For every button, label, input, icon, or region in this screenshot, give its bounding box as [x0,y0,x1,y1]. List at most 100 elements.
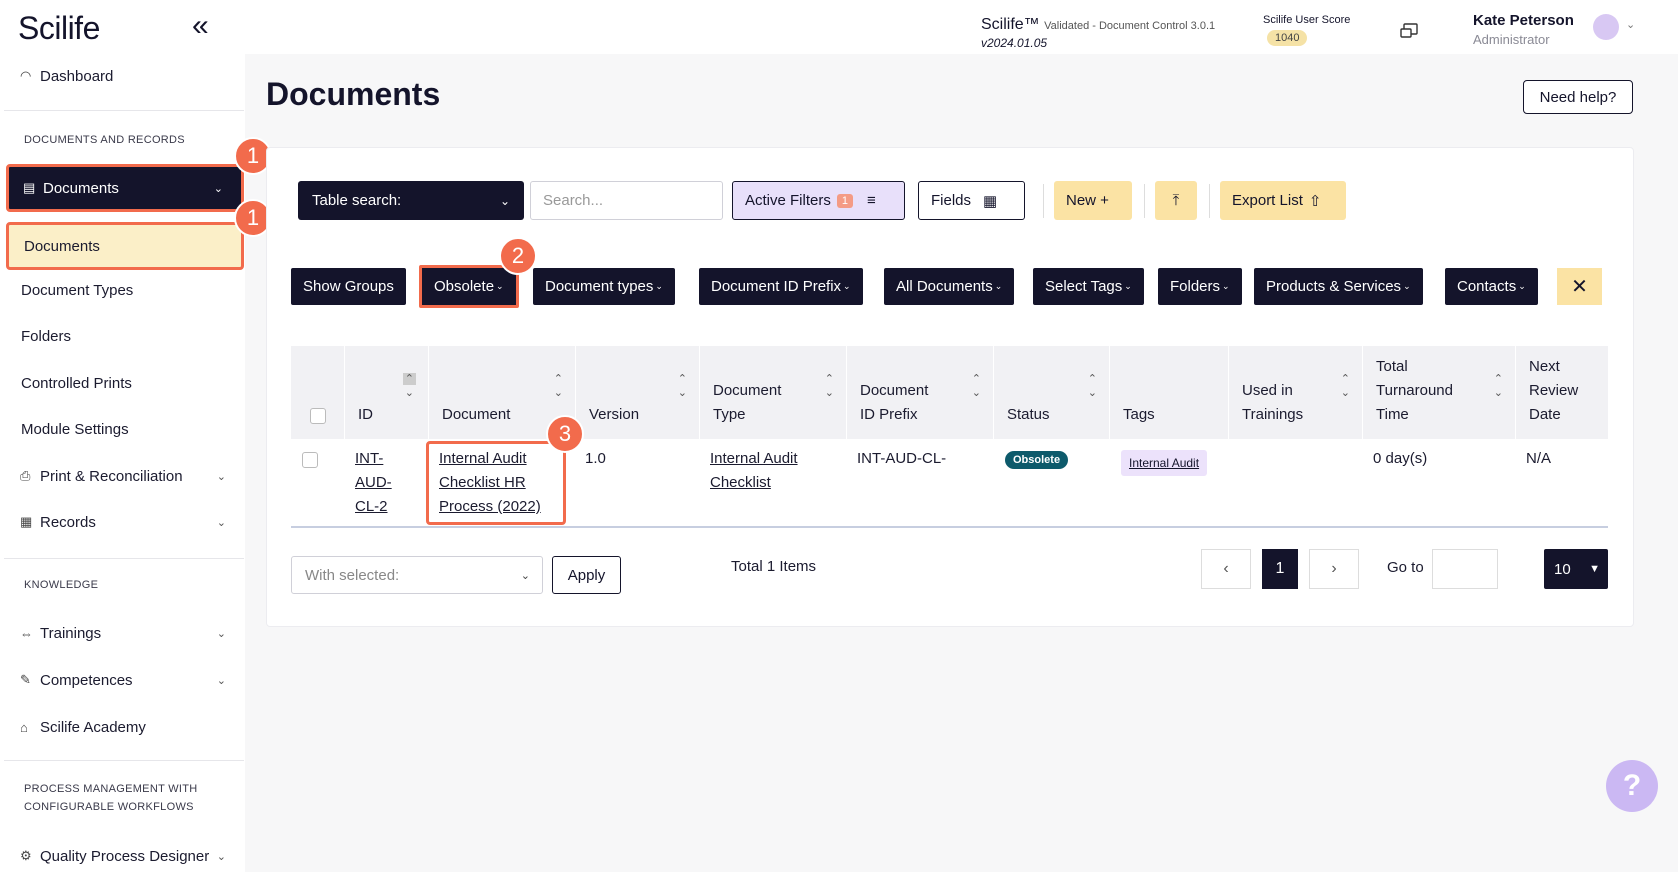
sidebar-item-label: Module Settings [21,420,129,438]
sort-icon[interactable]: ⌃ ⌄ [554,372,563,400]
sort-icon[interactable]: ⌃ ⌄ [402,372,416,400]
column-header-document-type[interactable]: Document Type ⌃ ⌄ [699,346,846,439]
sidebar-item-documents-group[interactable]: ▤ Documents ⌄ [6,164,244,212]
column-header-status[interactable]: Status ⌃ ⌄ [993,346,1109,439]
divider [4,760,244,761]
row-checkbox[interactable] [302,452,318,468]
page-size-value: 10 [1554,560,1571,578]
contacts-filter[interactable]: Contacts ⌄ [1445,268,1538,305]
sort-icon[interactable]: ⌃ ⌄ [1341,372,1350,400]
table-search-label: Table search: [312,192,402,209]
sort-icon[interactable]: ⌃ ⌄ [678,372,687,400]
sidebar-item-documents[interactable]: Documents [6,222,244,270]
page-size-select[interactable]: 10 ▼ [1544,549,1608,589]
column-header-used-in-trainings[interactable]: Used in Trainings ⌃ ⌄ [1228,346,1362,439]
chevron-down-icon: ⌄ [655,281,663,291]
filter-icon: ≡ [866,192,876,209]
sidebar-item-module-settings[interactable]: Module Settings [6,409,244,449]
apply-button[interactable]: Apply [552,556,621,594]
document-type-line: Checklist [710,474,771,491]
column-label: Turnaround [1376,382,1453,399]
scilife-logo[interactable]: Scilife [18,10,100,47]
next-page-icon[interactable]: › [1309,549,1359,589]
sort-icon[interactable]: ⌃ ⌄ [972,372,981,400]
document-id-prefix-filter[interactable]: Document ID Prefix ⌄ [699,268,863,305]
chevron-down-icon: ⌄ [216,850,226,863]
document-type-link[interactable]: Internal Audit Checklist [710,447,798,495]
fields-button[interactable]: Fields ▦ [918,181,1025,220]
divider [4,110,244,111]
user-name[interactable]: Kate Peterson [1473,12,1574,29]
column-label: Total [1376,358,1408,375]
upload-icon[interactable]: ⤒ [1155,181,1197,220]
sidebar-item-quality-designer[interactable]: ⚙ Quality Process Designer ⌄ [6,836,244,872]
sort-icon[interactable]: ⌃ ⌄ [825,372,834,400]
need-help-button[interactable]: Need help? [1523,80,1633,114]
sidebar-item-trainings[interactable]: ⇔ Trainings ⌄ [6,613,244,653]
document-id-link[interactable]: INT- AUD- CL-2 [355,447,392,519]
page-button-current[interactable]: 1 [1262,549,1298,589]
with-selected-dropdown[interactable]: With selected: ⌄ [291,556,543,594]
goto-page-input[interactable] [1432,549,1498,589]
sidebar-item-records[interactable]: ▦ Records ⌄ [6,502,244,542]
fields-label: Fields [931,192,972,209]
filter-label: Obsolete [434,278,495,295]
products-services-filter[interactable]: Products & Services ⌄ [1254,268,1423,305]
column-label: Time [1376,406,1409,423]
column-header-id[interactable]: ID ⌃ ⌄ [344,346,428,439]
sidebar-item-document-types[interactable]: Document Types [6,270,244,310]
sidebar-item-dashboard[interactable]: ◠ Dashboard [6,56,244,96]
sidebar-item-folders[interactable]: Folders [6,316,244,356]
column-label: Trainings [1242,406,1304,423]
collapse-sidebar-icon[interactable]: « [192,11,209,41]
clear-filters-icon[interactable]: ✕ [1557,268,1602,305]
column-label: ID Prefix [860,406,918,423]
select-tags-filter[interactable]: Select Tags ⌄ [1033,268,1144,305]
column-label: Document [860,382,929,399]
chevron-down-icon: ⌄ [216,674,226,687]
sidebar-item-controlled-prints[interactable]: Controlled Prints [6,363,244,403]
trainings-icon: ⇔ [20,625,33,641]
tag-badge[interactable]: Internal Audit [1121,450,1208,476]
select-all-checkbox[interactable] [310,408,326,424]
filter-label: Contacts [1457,278,1517,295]
top-header: Scilife™ Validated - Document Control 3.… [245,0,1678,54]
sidebar-item-print-reconciliation[interactable]: ⎙ Print & Reconciliation ⌄ [6,456,244,496]
all-documents-filter[interactable]: All Documents ⌄ [884,268,1015,305]
column-header-document-id-prefix[interactable]: Document ID Prefix ⌃ ⌄ [846,346,993,439]
avatar[interactable] [1593,14,1619,40]
sort-icon[interactable]: ⌃ ⌄ [1088,372,1097,400]
export-list-button[interactable]: Export List ⇧ [1220,181,1346,220]
obsolete-filter-button[interactable]: Obsolete ⌄ [419,265,519,308]
total-items: Total 1 Items [731,558,817,575]
column-header-next-review-date[interactable]: Next Review Date [1515,346,1608,439]
sort-icon[interactable]: ⌃ ⌄ [1494,372,1503,400]
show-groups-button[interactable]: Show Groups [291,268,406,305]
sidebar-item-academy[interactable]: ⌂ Scilife Academy [6,707,244,747]
prev-page-icon[interactable]: ‹ [1201,549,1251,589]
column-header-turnaround-time[interactable]: Total Turnaround Time ⌃ ⌄ [1362,346,1515,439]
app-version: v2024.01.05 [981,36,1048,50]
new-button[interactable]: New + [1054,181,1132,220]
help-question-icon[interactable]: ? [1606,760,1658,812]
active-filters-button[interactable]: Active Filters 1 ≡ [732,181,905,220]
chat-icon[interactable] [1399,22,1419,42]
chevron-down-icon: ⌄ [1124,281,1132,291]
app-name-text: Scilife™ [981,16,1040,33]
column-header-tags[interactable]: Tags [1109,346,1228,439]
chevron-down-icon[interactable]: ⌄ [1626,18,1635,31]
sidebar-item-competences[interactable]: ✎ Competences ⌄ [6,660,244,700]
filter-label: Select Tags [1045,278,1123,295]
search-input[interactable]: Search... [530,181,723,220]
chevron-down-icon: ⌄ [1518,281,1526,291]
chevron-down-icon: ⌄ [213,182,223,195]
document-types-filter[interactable]: Document types ⌄ [533,268,675,305]
table-search-select[interactable]: Table search: ⌄ [298,181,524,220]
column-header-version[interactable]: Version ⌃ ⌄ [575,346,699,439]
folders-filter[interactable]: Folders ⌄ [1158,268,1242,305]
sidebar-item-label: Folders [21,327,72,345]
divider [1144,184,1145,218]
section-title-process-1: PROCESS MANAGEMENT WITH [24,783,198,795]
chevron-down-icon: ⌄ [216,516,226,529]
user-score-label: Scilife User Score [1263,14,1351,26]
